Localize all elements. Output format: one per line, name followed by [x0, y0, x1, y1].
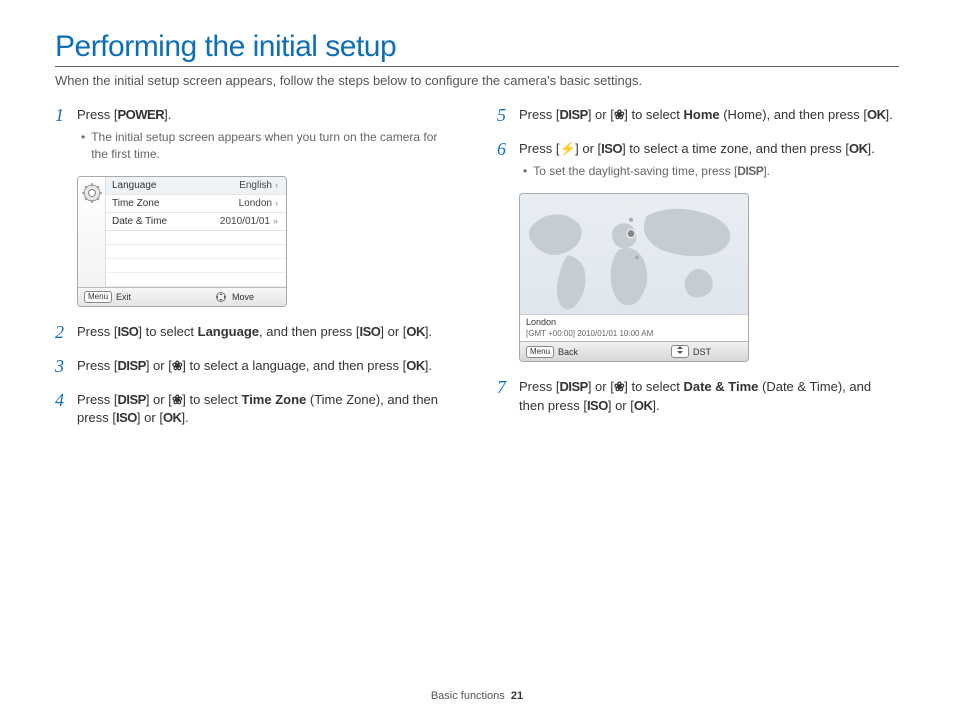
bold-term: Time Zone — [241, 392, 306, 407]
menu-row-label: Language — [112, 180, 157, 191]
menu-row-value: 2010/01/01» — [220, 216, 278, 227]
bold-term: Home — [683, 107, 719, 122]
menu-row[interactable]: Time Zone London› — [106, 195, 286, 213]
map-gmt-label: [GMT +00:00] 2010/01/01 10:00 AM — [520, 329, 748, 341]
ok-icon: OK — [406, 324, 425, 339]
iso-icon: ISO — [359, 324, 380, 339]
ok-icon: OK — [849, 141, 868, 156]
disp-icon: DISP — [559, 379, 587, 394]
step-6: 6Press [⚡] or [ISO] to select a time zon… — [497, 140, 899, 180]
macro-icon: ❀ — [614, 108, 624, 121]
map-dst-label: DST — [693, 347, 711, 357]
step-number: 4 — [55, 391, 69, 429]
power-icon: POWER — [117, 107, 164, 122]
menu-button-icon: Menu — [526, 346, 554, 358]
map-footer: Menu Back DST — [520, 341, 748, 361]
updown-icon — [671, 345, 689, 358]
step-number: 7 — [497, 378, 511, 416]
bold-term: Language — [198, 324, 259, 339]
flash-icon: ⚡ — [559, 141, 575, 156]
step-body: Press [ISO] to select Language, and then… — [77, 323, 457, 343]
gear-icon — [78, 177, 106, 287]
macro-icon: ❀ — [172, 359, 182, 372]
menu-row-label: Time Zone — [112, 198, 159, 209]
step-body: Press [POWER].The initial setup screen a… — [77, 106, 457, 162]
menu-row-value: English› — [239, 180, 278, 191]
ok-icon: OK — [406, 358, 425, 373]
menu-exit-label: Exit — [116, 292, 131, 302]
iso-icon: ISO — [587, 398, 608, 413]
step-body: Press [DISP] or [❀] to select Time Zone … — [77, 391, 457, 429]
step-3: 3 Press [DISP] or [❀] to select a languag… — [55, 357, 457, 377]
disp-icon: DISP — [117, 358, 145, 373]
disp-icon: DISP — [737, 164, 763, 178]
left-column: 1Press [POWER].The initial setup screen … — [55, 106, 457, 442]
step-number: 6 — [497, 140, 511, 180]
title-rule — [55, 66, 899, 67]
world-map — [520, 194, 748, 314]
macro-icon: ❀ — [614, 380, 624, 393]
map-city-label: London — [520, 314, 748, 329]
step-body: Press [DISP] or [❀] to select Date & Tim… — [519, 378, 899, 416]
step-5: 5 Press [DISP] or [❀] to select Home (Hom… — [497, 106, 899, 126]
menu-row-value: London› — [239, 198, 278, 209]
map-back-label: Back — [558, 347, 578, 357]
step-number: 5 — [497, 106, 511, 126]
chevron-right-icon: › — [275, 180, 278, 190]
footer-page-number: 21 — [511, 690, 523, 702]
step-4: 4Press [DISP] or [❀] to select Time Zone… — [55, 391, 457, 429]
menu-row-label: Date & Time — [112, 216, 167, 227]
menu-row[interactable]: Date & Time 2010/01/01» — [106, 213, 286, 231]
step-note: The initial setup screen appears when yo… — [91, 129, 457, 163]
step-number: 3 — [55, 357, 69, 377]
iso-icon: ISO — [601, 141, 622, 156]
ok-icon: OK — [634, 398, 653, 413]
page-footer: Basic functions 21 — [0, 690, 954, 702]
step-body: Press [DISP] or [❀] to select Home (Home… — [519, 106, 899, 126]
menu-footer: Menu Exit Move — [78, 287, 286, 306]
step-1: 1Press [POWER].The initial setup screen … — [55, 106, 457, 162]
menu-move-label: Move — [232, 292, 254, 302]
ok-icon: OK — [867, 107, 886, 122]
step-number: 1 — [55, 106, 69, 162]
step-body: Press [⚡] or [ISO] to select a time zone… — [519, 140, 899, 180]
menu-row[interactable]: Language English› — [106, 177, 286, 195]
macro-icon: ❀ — [172, 393, 182, 406]
footer-section: Basic functions — [431, 690, 505, 702]
camera-menu-widget: Language English› Time Zone London› Date & T… — [77, 176, 287, 307]
disp-icon: DISP — [559, 107, 587, 122]
step-body: Press [DISP] or [❀] to select a language… — [77, 357, 457, 377]
intro-text: When the initial setup screen appears, f… — [55, 73, 899, 88]
dpad-icon — [214, 292, 228, 302]
step-number: 2 — [55, 323, 69, 343]
chevron-right-icon: › — [275, 198, 278, 208]
page-title: Performing the initial setup — [55, 30, 899, 64]
bold-term: Date & Time — [683, 379, 758, 394]
ok-icon: OK — [163, 410, 182, 425]
disp-icon: DISP — [117, 392, 145, 407]
iso-icon: ISO — [117, 324, 138, 339]
iso-icon: ISO — [116, 410, 137, 425]
step-2: 2 Press [ISO] to select Language, and the… — [55, 323, 457, 343]
timezone-map-widget: London[GMT +00:00] 2010/01/01 10:00 AMMe… — [519, 193, 749, 362]
menu-button-icon: Menu — [84, 291, 112, 303]
step-note: To set the daylight-saving time, press [… — [533, 163, 770, 180]
right-column: 5 Press [DISP] or [❀] to select Home (Hom… — [497, 106, 899, 442]
chevron-right-icon: » — [273, 216, 278, 226]
step-7: 7Press [DISP] or [❀] to select Date & Ti… — [497, 378, 899, 416]
